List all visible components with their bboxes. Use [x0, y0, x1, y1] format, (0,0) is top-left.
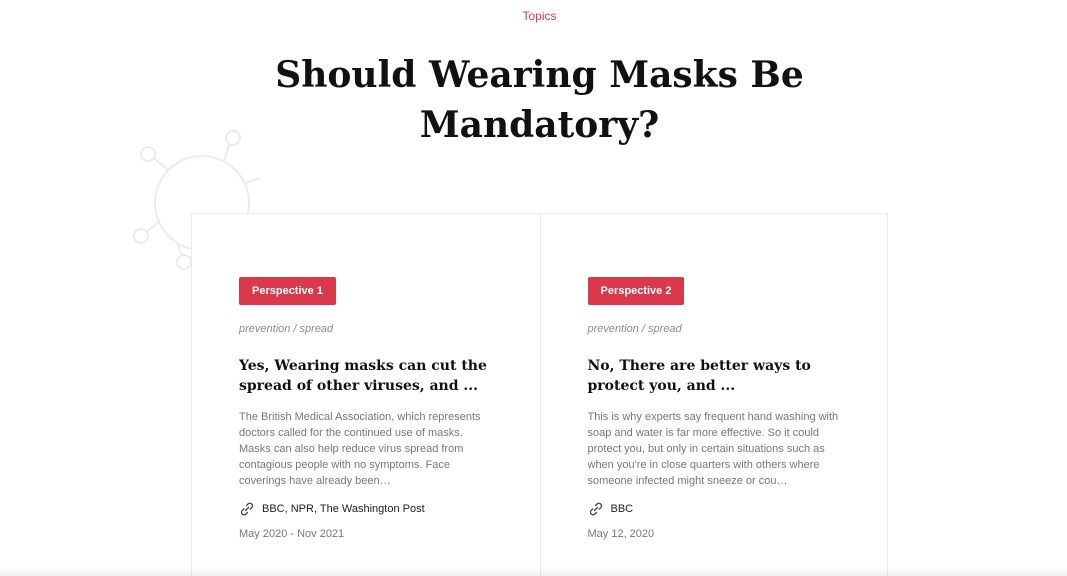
perspective-tags: prevention / spread [239, 323, 334, 335]
sources-label: BBC [610, 503, 634, 515]
perspective-sources[interactable]: BBC, NPR, The Washington Post [239, 499, 540, 519]
perspective-date: May 12, 2020 [587, 528, 655, 540]
perspective-card-2[interactable]: Perspective 2 prevention / spread No, Th… [539, 214, 888, 576]
bottom-fade [0, 566, 1067, 576]
perspective-cards: Perspective 1 prevention / spread Yes, W… [191, 213, 888, 576]
perspective-tags: prevention / spread [587, 323, 682, 335]
perspective-date: May 2020 - Nov 2021 [239, 528, 345, 540]
perspective-summary: This is why experts say frequent hand wa… [587, 411, 839, 487]
link-icon [240, 502, 254, 516]
perspective-card-1[interactable]: Perspective 1 prevention / spread Yes, W… [192, 214, 540, 576]
perspective-badge: Perspective 2 [587, 277, 685, 305]
page-title-line-1: Should Wearing Masks Be [275, 54, 804, 96]
perspective-title[interactable]: Yes, Wearing masks can cut the spread of… [239, 356, 499, 396]
perspective-summary: The British Medical Association, which r… [239, 411, 481, 487]
perspective-title[interactable]: No, There are better ways to protect you… [588, 356, 848, 396]
perspective-badge: Perspective 1 [239, 277, 336, 305]
perspective-sources[interactable]: BBC [588, 499, 888, 519]
topics-link[interactable]: Topics [0, 9, 1067, 23]
sources-label: BBC, NPR, The Washington Post [262, 503, 425, 515]
link-icon [589, 502, 602, 516]
